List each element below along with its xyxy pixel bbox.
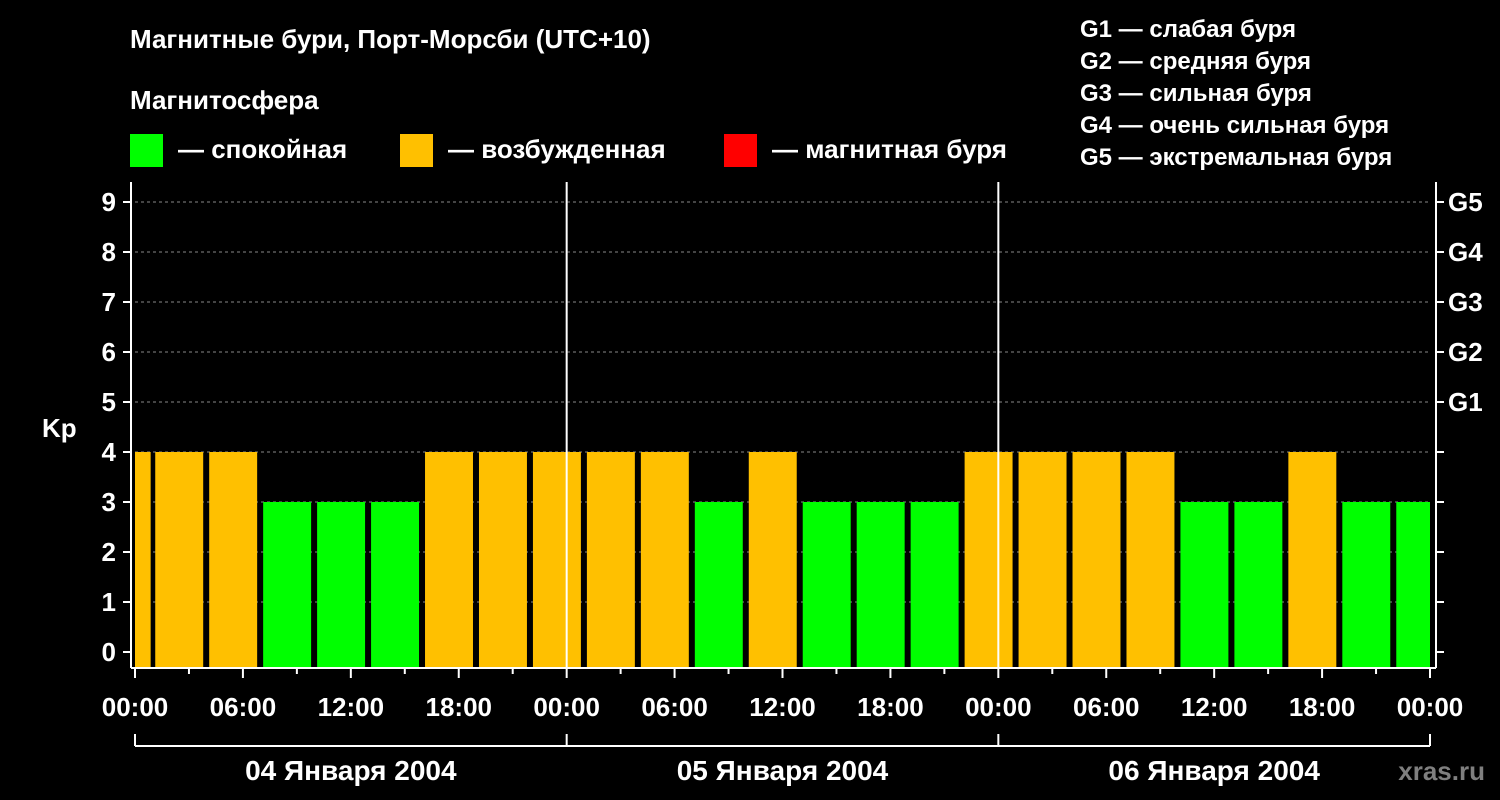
x-tick-label-12: 00:00 xyxy=(1397,692,1464,722)
y-tick-label-1: 1 xyxy=(102,587,116,617)
g-scale-label-g3: G3 xyxy=(1448,287,1483,317)
x-tick-label-8: 00:00 xyxy=(965,692,1032,722)
x-tick-label-10: 12:00 xyxy=(1181,692,1248,722)
bar-2 xyxy=(209,452,258,668)
x-tick-label-1: 06:00 xyxy=(210,692,277,722)
bar-24 xyxy=(1396,502,1430,668)
legend-swatch-quiet xyxy=(130,134,163,167)
y-tick-label-4: 4 xyxy=(102,437,117,467)
storm-scale-legend: G1 — слабая буря G2 — средняя буря G3 — … xyxy=(1080,16,1392,171)
chart-title: Магнитные бури, Порт-Морсби (UTC+10) xyxy=(130,24,651,54)
bar-15 xyxy=(910,502,959,668)
bar-12 xyxy=(748,452,797,668)
storm-legend-g3: G3 — сильная буря xyxy=(1080,80,1312,107)
color-legend: — спокойная — возбужденная — магнитная б… xyxy=(130,134,1007,167)
y-tick-label-9: 9 xyxy=(102,187,116,217)
legend-label-storm: — магнитная буря xyxy=(772,134,1007,164)
storm-legend-g4: G4 — очень сильная буря xyxy=(1080,112,1389,139)
bar-14 xyxy=(856,502,905,668)
storm-legend-g2: G2 — средняя буря xyxy=(1080,48,1311,75)
x-tick-label-5: 06:00 xyxy=(641,692,708,722)
bar-4 xyxy=(317,502,366,668)
x-tick-label-6: 12:00 xyxy=(749,692,816,722)
bar-5 xyxy=(371,502,420,668)
bar-21 xyxy=(1234,502,1283,668)
y-tick-label-5: 5 xyxy=(102,387,116,417)
date-label-2: 06 Января 2004 xyxy=(1108,755,1320,786)
x-tick-label-11: 18:00 xyxy=(1289,692,1356,722)
y-tick-label-6: 6 xyxy=(102,337,116,367)
bar-1 xyxy=(155,452,204,668)
y-tick-label-2: 2 xyxy=(102,537,116,567)
bar-9 xyxy=(586,452,635,668)
bar-6 xyxy=(425,452,473,668)
g-scale-label-g4: G4 xyxy=(1448,237,1483,267)
storm-legend-g5: G5 — экстремальная буря xyxy=(1080,144,1392,171)
y-axis-label: Kp xyxy=(42,413,77,443)
bar-8 xyxy=(532,452,581,668)
bar-16 xyxy=(964,452,1013,668)
date-label-0: 04 Января 2004 xyxy=(245,755,457,786)
x-tick-label-3: 18:00 xyxy=(426,692,493,722)
bar-22 xyxy=(1288,452,1337,668)
legend-swatch-active xyxy=(400,134,433,167)
x-tick-label-2: 12:00 xyxy=(318,692,385,722)
kp-chart: Магнитные бури, Порт-Морсби (UTC+10) Маг… xyxy=(42,16,1485,786)
bar-3 xyxy=(263,502,312,668)
magnetosphere-label: Магнитосфера xyxy=(130,85,319,115)
x-tick-label-0: 00:00 xyxy=(102,692,169,722)
y-tick-label-0: 0 xyxy=(102,637,116,667)
legend-label-active: — возбужденная xyxy=(448,134,666,164)
legend-label-quiet: — спокойная xyxy=(178,134,347,164)
bars xyxy=(135,452,1430,668)
bar-0 xyxy=(135,452,151,668)
date-label-1: 05 Января 2004 xyxy=(677,755,889,786)
g-scale-label-g1: G1 xyxy=(1448,387,1483,417)
bar-18 xyxy=(1072,452,1121,668)
bar-20 xyxy=(1180,502,1229,668)
storm-legend-g1: G1 — слабая буря xyxy=(1080,16,1296,43)
x-tick-label-9: 06:00 xyxy=(1073,692,1140,722)
y-tick-label-8: 8 xyxy=(102,237,116,267)
bar-23 xyxy=(1342,502,1391,668)
legend-swatch-storm xyxy=(724,134,757,167)
bar-19 xyxy=(1126,452,1175,668)
watermark: xras.ru xyxy=(1398,756,1485,786)
bar-11 xyxy=(694,502,743,668)
x-tick-label-7: 18:00 xyxy=(857,692,924,722)
g-scale-label-g5: G5 xyxy=(1448,187,1483,217)
bar-10 xyxy=(640,452,689,668)
y-tick-label-7: 7 xyxy=(102,287,116,317)
bar-17 xyxy=(1018,452,1067,668)
g-scale-label-g2: G2 xyxy=(1448,337,1483,367)
x-tick-label-4: 00:00 xyxy=(533,692,600,722)
y-tick-label-3: 3 xyxy=(102,487,116,517)
bar-7 xyxy=(478,452,527,668)
bar-13 xyxy=(802,502,851,668)
